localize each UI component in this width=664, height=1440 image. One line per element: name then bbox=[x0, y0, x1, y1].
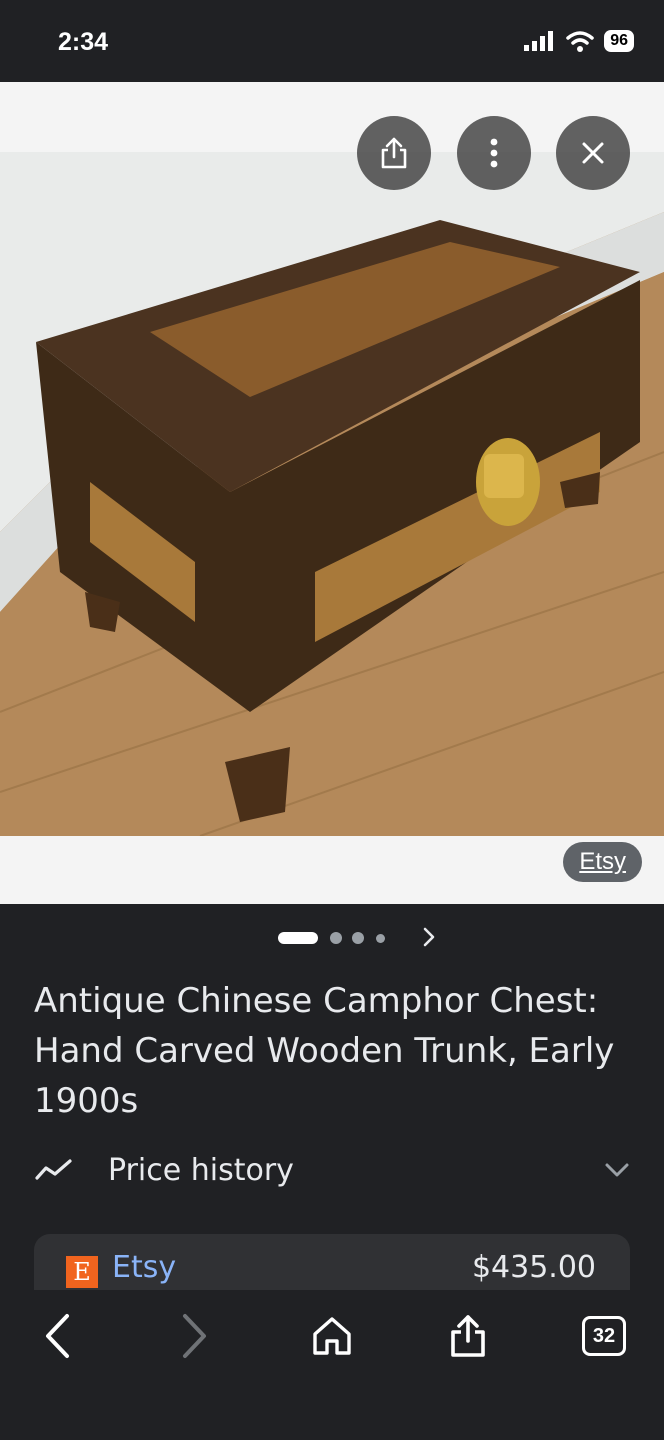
status-time: 2:34 bbox=[58, 28, 109, 56]
back-arrow-icon bbox=[46, 1314, 69, 1358]
close-button[interactable] bbox=[556, 116, 630, 190]
price-history-label: Price history bbox=[108, 1152, 294, 1188]
share-icon bbox=[451, 1315, 485, 1357]
chest-photo bbox=[0, 152, 664, 836]
merchant-price: $435.00 bbox=[471, 1250, 596, 1285]
forward-button[interactable] bbox=[164, 1306, 224, 1366]
close-icon bbox=[582, 142, 604, 164]
source-chip[interactable]: Etsy bbox=[563, 842, 642, 882]
price-history-row[interactable]: Price history bbox=[34, 1148, 630, 1192]
product-image[interactable] bbox=[0, 152, 664, 836]
carousel-dot-active[interactable] bbox=[278, 932, 318, 944]
chevron-down-icon[interactable] bbox=[604, 1162, 630, 1178]
more-vert-icon bbox=[490, 138, 498, 168]
tabs-count-icon: 32 bbox=[582, 1316, 626, 1356]
product-title: Antique Chinese Camphor Chest: Hand Carv… bbox=[34, 981, 615, 1121]
tabs-button[interactable]: 32 bbox=[574, 1306, 634, 1366]
merchant-name[interactable]: Etsy bbox=[112, 1250, 176, 1285]
trend-line-icon bbox=[35, 1159, 72, 1180]
home-icon bbox=[313, 1317, 351, 1355]
battery-indicator: 96 bbox=[604, 30, 634, 52]
status-bar: 2:34 96 bbox=[0, 0, 664, 82]
status-icons: 96 bbox=[524, 30, 634, 52]
carousel-indicator bbox=[0, 926, 664, 948]
signal-icon bbox=[524, 31, 554, 51]
home-button[interactable] bbox=[302, 1306, 362, 1366]
image-viewer bbox=[0, 82, 664, 904]
carousel-dot[interactable] bbox=[352, 932, 364, 944]
etsy-logo: E bbox=[66, 1256, 98, 1288]
share-button[interactable] bbox=[357, 116, 431, 190]
chevron-right-icon[interactable] bbox=[420, 926, 438, 948]
wifi-icon bbox=[566, 31, 594, 52]
share-icon bbox=[381, 137, 407, 169]
forward-arrow-icon bbox=[183, 1314, 206, 1358]
carousel-dot[interactable] bbox=[330, 932, 342, 944]
back-button[interactable] bbox=[28, 1306, 88, 1366]
browser-bottom-bar: 32 bbox=[0, 1290, 664, 1440]
carousel-dot[interactable] bbox=[376, 934, 385, 943]
more-options-button[interactable] bbox=[457, 116, 531, 190]
share-page-button[interactable] bbox=[438, 1306, 498, 1366]
